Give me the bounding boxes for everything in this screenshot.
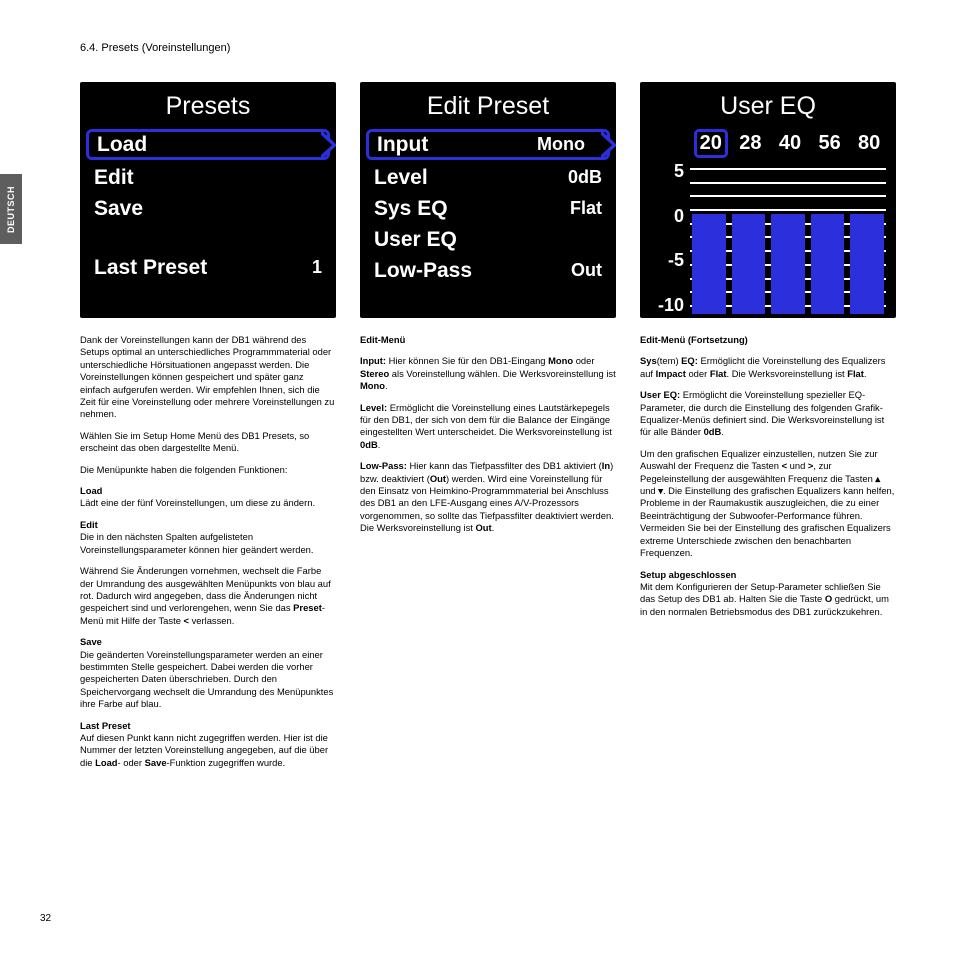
col1-p3: Die Menüpunkte haben die folgenden Funkt…: [80, 464, 336, 476]
usereq-title: User EQ: [650, 92, 886, 121]
presets-last-label: Last Preset: [94, 256, 207, 280]
edit-lowpass-value: Out: [571, 260, 602, 281]
col3-h: Edit-Menü (Fortsetzung): [640, 334, 896, 346]
edit-input-row[interactable]: Input Mono: [366, 129, 610, 160]
column-1: Presets Load Edit Save Last Preset 1: [80, 82, 336, 778]
col2-input: Input: Hier können Sie für den DB1-Einga…: [360, 355, 616, 392]
eq-freq-40[interactable]: 40: [773, 129, 807, 158]
manual-page: DEUTSCH 6.4. Presets (Voreinstellungen) …: [0, 0, 954, 954]
eq-freq-80[interactable]: 80: [852, 129, 886, 158]
presets-edit-row[interactable]: Edit: [80, 162, 336, 193]
eq-freq-56[interactable]: 56: [813, 129, 847, 158]
col3-syseq: Sys(tem) EQ: Ermöglicht die Voreinstellu…: [640, 355, 896, 380]
edit-preset-screen: Edit Preset Input Mono Level 0dB Sys EQ …: [360, 82, 616, 318]
eq-y-5: 5: [674, 162, 684, 180]
presets-load-label: Load: [97, 133, 147, 157]
col1-p1: Dank der Voreinstellungen kann der DB1 w…: [80, 334, 336, 421]
col2-lowpass: Low-Pass: Hier kann das Tiefpassfilter d…: [360, 460, 616, 534]
presets-load-row[interactable]: Load: [86, 129, 330, 160]
col1-text: Dank der Voreinstellungen kann der DB1 w…: [80, 334, 336, 769]
eq-bar-80[interactable]: [850, 214, 884, 314]
presets-save-label: Save: [94, 197, 143, 221]
col1-save: SaveDie geänderten Voreinstellungsparame…: [80, 636, 336, 710]
presets-title: Presets: [80, 92, 336, 121]
eq-grid: [690, 162, 886, 314]
col3-p3: Um den grafischen Equalizer einzustellen…: [640, 448, 896, 560]
eq-ylabels: 5 0 -5 -10: [650, 162, 690, 314]
eq-y-n10: -10: [658, 296, 684, 314]
column-3: User EQ 20 28 40 56 80 5 0 -5 -10: [640, 82, 896, 778]
edit-lowpass-label: Low-Pass: [374, 259, 472, 283]
eq-bar-28[interactable]: [732, 214, 766, 314]
eq-bar-40[interactable]: [771, 214, 805, 314]
eq-bar-56[interactable]: [811, 214, 845, 314]
edit-level-row[interactable]: Level 0dB: [360, 162, 616, 193]
presets-screen: Presets Load Edit Save Last Preset 1: [80, 82, 336, 318]
presets-last-value: 1: [312, 257, 322, 278]
edit-usereq-label: User EQ: [374, 228, 457, 252]
edit-input-label: Input: [377, 133, 428, 157]
eq-y-n5: -5: [668, 251, 684, 269]
col2-h: Edit-Menü: [360, 334, 616, 346]
edit-syseq-label: Sys EQ: [374, 197, 448, 221]
edit-level-value: 0dB: [568, 167, 602, 188]
col3-text: Edit-Menü (Fortsetzung) Sys(tem) EQ: Erm…: [640, 334, 896, 618]
eq-freq-28[interactable]: 28: [734, 129, 768, 158]
edit-syseq-row[interactable]: Sys EQ Flat: [360, 193, 616, 224]
language-tab: DEUTSCH: [0, 174, 22, 244]
column-2: Edit Preset Input Mono Level 0dB Sys EQ …: [360, 82, 616, 778]
presets-save-row[interactable]: Save: [80, 193, 336, 224]
col1-p4: Während Sie Änderungen vornehmen, wechse…: [80, 565, 336, 627]
col3-setup: Setup abgeschlossenMit dem Konfigurieren…: [640, 569, 896, 619]
eq-bars: [690, 162, 886, 314]
user-eq-screen: User EQ 20 28 40 56 80 5 0 -5 -10: [640, 82, 896, 318]
presets-edit-label: Edit: [94, 166, 134, 190]
section-heading: 6.4. Presets (Voreinstellungen): [80, 42, 896, 54]
col1-p2: Wählen Sie im Setup Home Menü des DB1 Pr…: [80, 430, 336, 455]
edit-lowpass-row[interactable]: Low-Pass Out: [360, 255, 616, 286]
eq-freq-20[interactable]: 20: [694, 129, 728, 158]
eq-bar-20[interactable]: [692, 214, 726, 314]
eq-body: 5 0 -5 -10: [650, 162, 886, 314]
edit-title: Edit Preset: [360, 92, 616, 121]
page-number: 32: [40, 913, 51, 924]
col2-level: Level: Ermöglicht die Voreinstellung ein…: [360, 402, 616, 452]
edit-usereq-row[interactable]: User EQ: [360, 224, 616, 255]
eq-y-0: 0: [674, 207, 684, 225]
eq-freq-row: 20 28 40 56 80: [694, 129, 886, 158]
col1-edit: EditDie in den nächsten Spalten aufgelis…: [80, 519, 336, 556]
columns: Presets Load Edit Save Last Preset 1: [80, 82, 896, 778]
col3-usereq: User EQ: Ermöglicht die Voreinstellung s…: [640, 389, 896, 439]
edit-level-label: Level: [374, 166, 428, 190]
col2-text: Edit-Menü Input: Hier können Sie für den…: [360, 334, 616, 535]
col1-last: Last PresetAuf diesen Punkt kann nicht z…: [80, 720, 336, 770]
edit-input-value: Mono: [537, 134, 585, 155]
edit-syseq-value: Flat: [570, 198, 602, 219]
col1-load: LoadLädt eine der fünf Voreinstellungen,…: [80, 485, 336, 510]
presets-last-row: Last Preset 1: [80, 252, 336, 283]
